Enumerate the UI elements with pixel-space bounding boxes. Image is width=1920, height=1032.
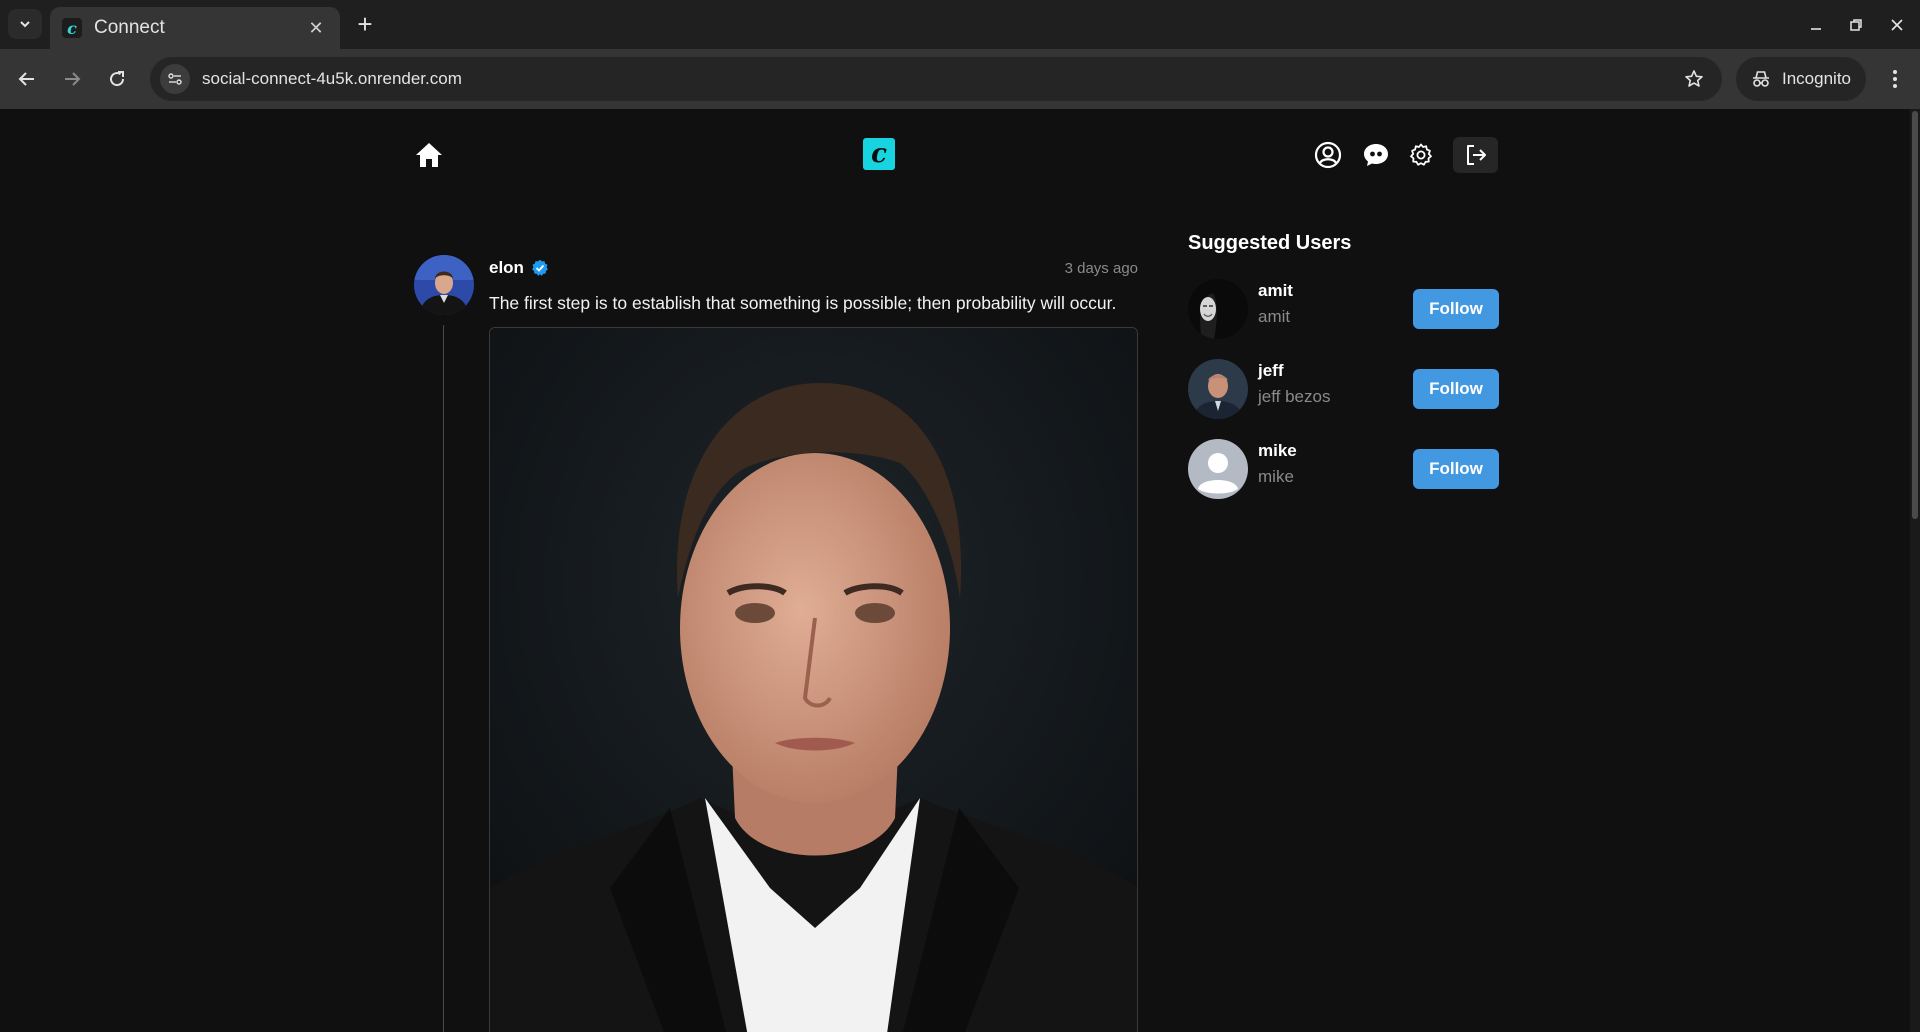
suggested-username[interactable]: mike [1258, 441, 1297, 461]
restore-icon [1850, 19, 1862, 31]
bookmark-star-icon[interactable] [1674, 59, 1714, 99]
new-tab-button[interactable]: + [352, 10, 378, 38]
app-logo[interactable]: c [863, 138, 895, 170]
user-circle-icon [1314, 141, 1342, 169]
chat-button[interactable] [1361, 140, 1391, 170]
arrow-left-icon [18, 72, 34, 86]
post-text: The first step is to establish that some… [489, 293, 1117, 313]
home-icon [416, 143, 442, 167]
suggested-display-name: mike [1258, 467, 1294, 486]
browser-toolbar: social-connect-4u5k.onrender.com Incogni… [0, 49, 1920, 109]
post-author[interactable]: elon [489, 258, 549, 278]
suggested-user-row: amit amit Follow [1188, 279, 1499, 339]
verified-badge-icon [532, 259, 548, 276]
browser-menu-button[interactable] [1880, 62, 1910, 96]
forward-button[interactable] [55, 62, 89, 96]
post-timestamp: 3 days ago [1064, 260, 1138, 277]
page-scrollbar[interactable] [1910, 109, 1920, 1032]
close-window-button[interactable] [1882, 12, 1912, 38]
logout-button[interactable] [1453, 137, 1498, 173]
post-username[interactable]: elon [489, 258, 524, 278]
home-button[interactable] [414, 140, 444, 170]
profile-button[interactable] [1313, 140, 1343, 170]
arrow-right-icon [65, 72, 81, 86]
suggested-user-avatar[interactable] [1188, 279, 1248, 339]
settings-button[interactable] [1406, 140, 1436, 170]
suggested-username[interactable]: amit [1258, 281, 1293, 301]
tab-favicon-icon: c [62, 18, 82, 38]
chat-quote-icon [1364, 144, 1388, 166]
browser-tab-active[interactable]: c Connect ✕ [50, 7, 340, 49]
logout-icon [1466, 145, 1486, 165]
restore-button[interactable] [1841, 12, 1871, 38]
incognito-indicator[interactable]: Incognito [1736, 57, 1866, 101]
reload-button[interactable] [100, 62, 134, 96]
suggested-user-avatar[interactable] [1188, 359, 1248, 419]
tab-close-icon[interactable]: ✕ [306, 18, 326, 39]
suggested-display-name: amit [1258, 307, 1291, 326]
thread-line [443, 325, 444, 1032]
chevron-down-icon [20, 21, 30, 28]
follow-button[interactable]: Follow [1413, 369, 1499, 409]
default-avatar-icon[interactable] [1188, 439, 1248, 499]
follow-button[interactable]: Follow [1413, 289, 1499, 329]
page-content: c elon 3 days ago The first step is to e… [0, 109, 1920, 1032]
reload-icon [110, 71, 125, 87]
follow-button[interactable]: Follow [1413, 449, 1499, 489]
minimize-icon [1811, 28, 1821, 30]
incognito-icon [1753, 71, 1769, 87]
more-vertical-icon [1893, 70, 1897, 88]
post-image[interactable] [489, 327, 1138, 1032]
post-author-avatar[interactable] [414, 255, 474, 315]
gear-icon [1410, 143, 1432, 166]
url-text[interactable]: social-connect-4u5k.onrender.com [202, 69, 1674, 89]
suggested-users-title: Suggested Users [1188, 232, 1352, 254]
suggested-user-row: mike mike Follow [1188, 439, 1499, 499]
address-bar[interactable]: social-connect-4u5k.onrender.com [150, 57, 1722, 101]
suggested-display-name: jeff bezos [1258, 387, 1331, 406]
browser-tab-strip: c Connect ✕ + [0, 0, 1920, 49]
close-icon [1891, 19, 1903, 31]
minimize-button[interactable] [1801, 12, 1831, 38]
suggested-user-row: jeff jeff bezos Follow [1188, 359, 1499, 419]
back-button[interactable] [10, 62, 44, 96]
tab-title: Connect [94, 17, 165, 38]
scrollbar-thumb[interactable] [1912, 111, 1918, 519]
site-info-icon[interactable] [160, 64, 190, 94]
tab-search-button[interactable] [8, 9, 42, 39]
incognito-label: Incognito [1782, 69, 1851, 88]
suggested-username[interactable]: jeff [1258, 361, 1284, 381]
